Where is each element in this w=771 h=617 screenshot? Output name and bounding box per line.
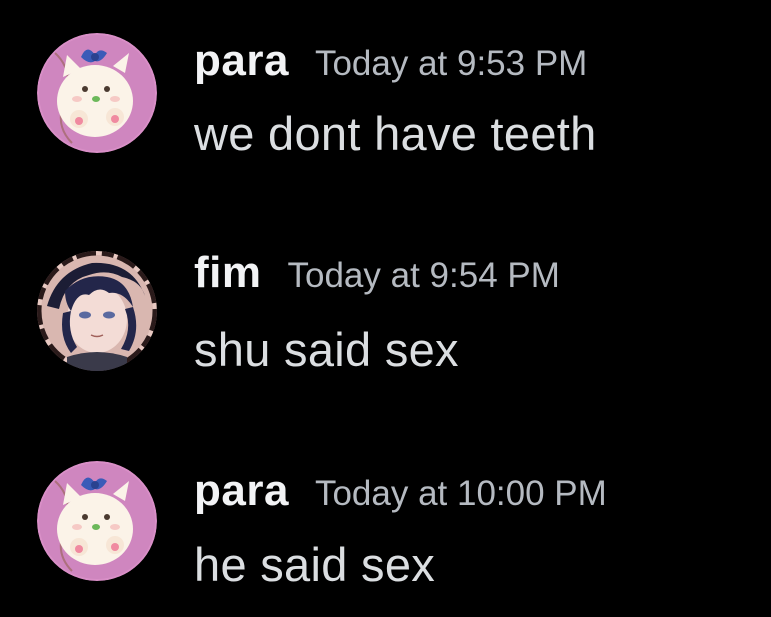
timestamp: Today at 9:53 PM: [314, 44, 588, 83]
chat-view: { "messages": [ { "username": "para", "t…: [0, 0, 771, 617]
avatar[interactable]: [37, 461, 157, 581]
cat-plush-avatar-icon: [37, 461, 157, 581]
message-header: para Today at 9:53 PM: [194, 36, 587, 86]
username[interactable]: para: [194, 36, 289, 85]
timestamp: Today at 10:00 PM: [314, 474, 607, 513]
message-content: he said sex: [194, 538, 436, 591]
username[interactable]: fim: [194, 248, 262, 297]
message-content: shu said sex: [194, 323, 459, 376]
avatar[interactable]: [37, 251, 157, 371]
username[interactable]: para: [194, 466, 289, 515]
message-content: we dont have teeth: [194, 107, 597, 160]
message-header: para Today at 10:00 PM: [194, 466, 607, 516]
cat-plush-avatar-icon: [37, 33, 157, 153]
avatar[interactable]: [37, 33, 157, 153]
anime-character-avatar-icon: [37, 251, 157, 371]
message-header: fim Today at 9:54 PM: [194, 248, 560, 298]
timestamp: Today at 9:54 PM: [287, 256, 560, 295]
